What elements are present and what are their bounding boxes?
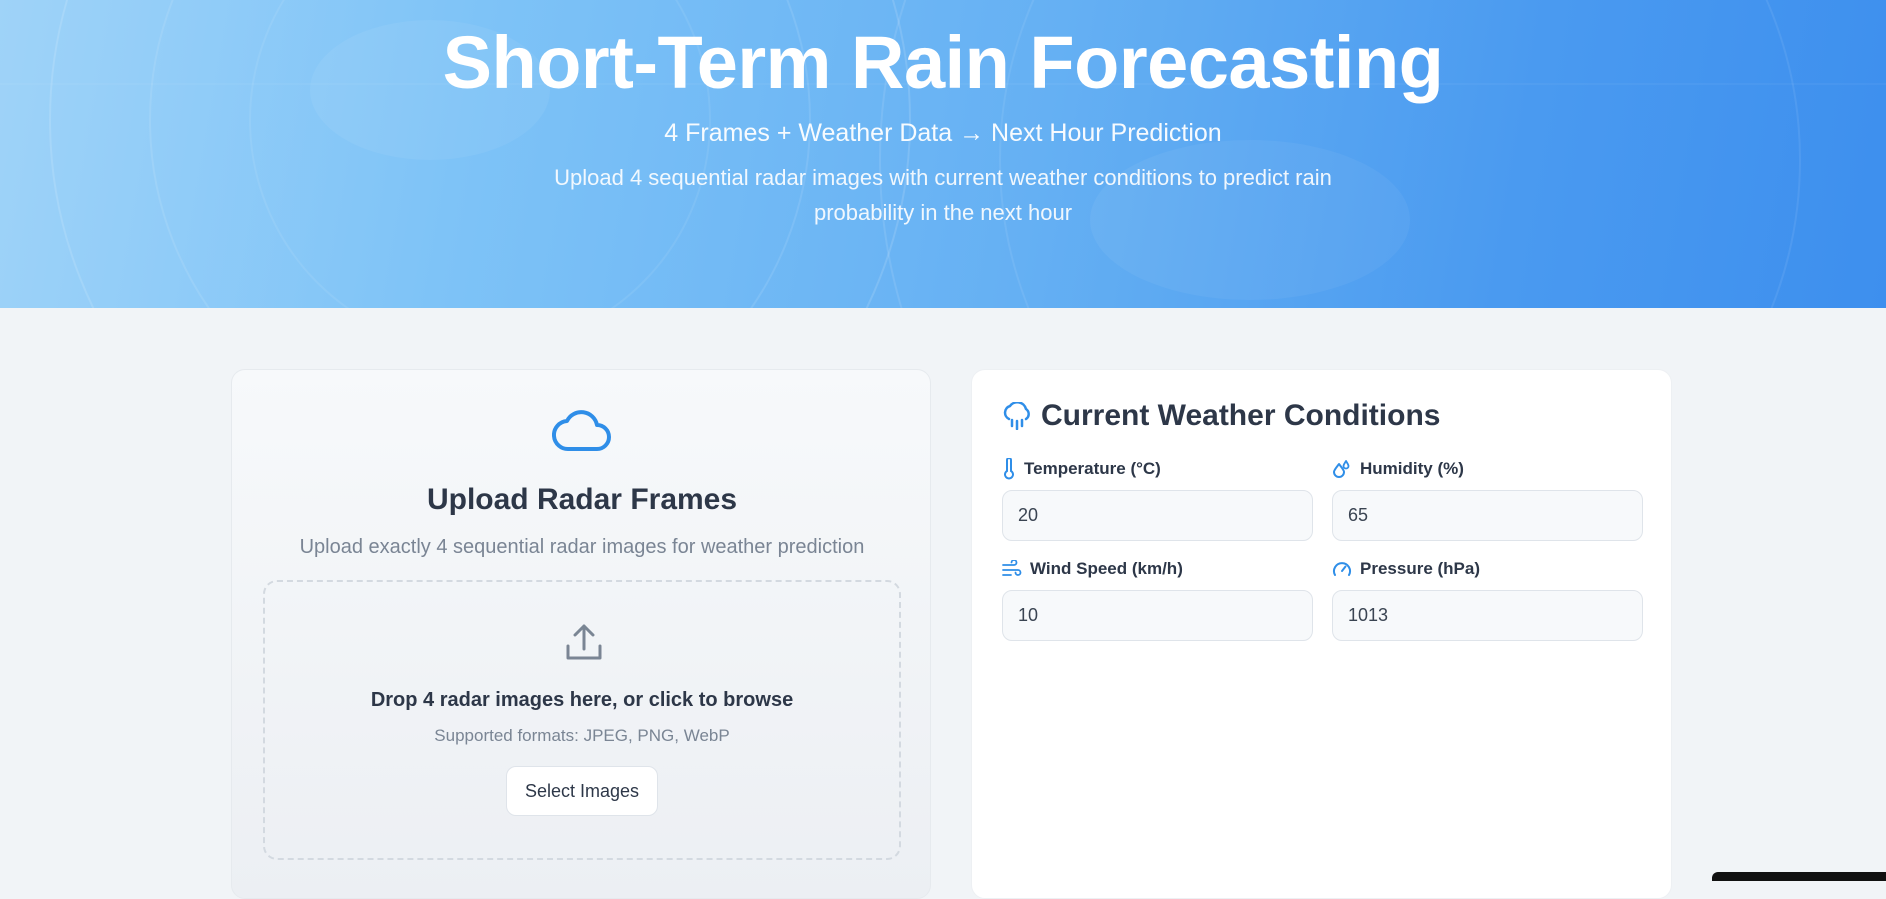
page-subtitle: 4 Frames + Weather Data → Next Hour Pred… <box>664 119 1222 147</box>
supported-formats: Supported formats: JPEG, PNG, WebP <box>434 726 730 745</box>
pressure-input[interactable] <box>1332 590 1643 641</box>
upload-description: Upload exactly 4 sequential radar images… <box>299 536 865 558</box>
humidity-input[interactable] <box>1332 490 1643 541</box>
pressure-field: Pressure (hPa) <box>1332 557 1643 641</box>
select-images-button[interactable]: Select Images <box>506 766 658 816</box>
cloud-rain-icon <box>1003 402 1030 430</box>
upload-icon <box>566 624 602 660</box>
image-dropzone[interactable]: Drop 4 radar images here, or click to br… <box>263 580 901 860</box>
page-title: Short-Term Rain Forecasting <box>442 21 1444 104</box>
weather-conditions-card: Current Weather Conditions Temperature (… <box>971 369 1672 899</box>
wind-speed-label: Wind Speed (km/h) <box>1030 559 1183 578</box>
wind-speed-field: Wind Speed (km/h) <box>1002 557 1313 641</box>
wind-icon <box>1002 560 1022 576</box>
upload-card: Upload Radar Frames Upload exactly 4 seq… <box>231 369 931 899</box>
page-description: Upload 4 sequential radar images with cu… <box>554 165 1332 225</box>
gauge-icon <box>1333 562 1351 576</box>
thermometer-icon <box>1004 458 1014 480</box>
dropzone-text: Drop 4 radar images here, or click to br… <box>370 689 794 711</box>
temperature-label: Temperature (°C) <box>1024 459 1161 478</box>
floating-toolbar[interactable] <box>1712 872 1886 881</box>
cloud-icon <box>552 410 611 452</box>
temperature-input[interactable] <box>1002 490 1313 541</box>
weather-header: Current Weather Conditions <box>1002 398 1440 434</box>
temperature-field: Temperature (°C) <box>1002 457 1313 541</box>
hero-banner: Short-Term Rain Forecasting 4 Frames + W… <box>0 0 1886 308</box>
droplets-icon <box>1333 460 1350 478</box>
humidity-label: Humidity (%) <box>1360 459 1464 478</box>
pressure-label: Pressure (hPa) <box>1360 559 1480 578</box>
humidity-field: Humidity (%) <box>1332 457 1643 541</box>
weather-title: Current Weather Conditions <box>1041 399 1441 432</box>
upload-title: Upload Radar Frames <box>426 483 738 516</box>
wind-speed-input[interactable] <box>1002 590 1313 641</box>
